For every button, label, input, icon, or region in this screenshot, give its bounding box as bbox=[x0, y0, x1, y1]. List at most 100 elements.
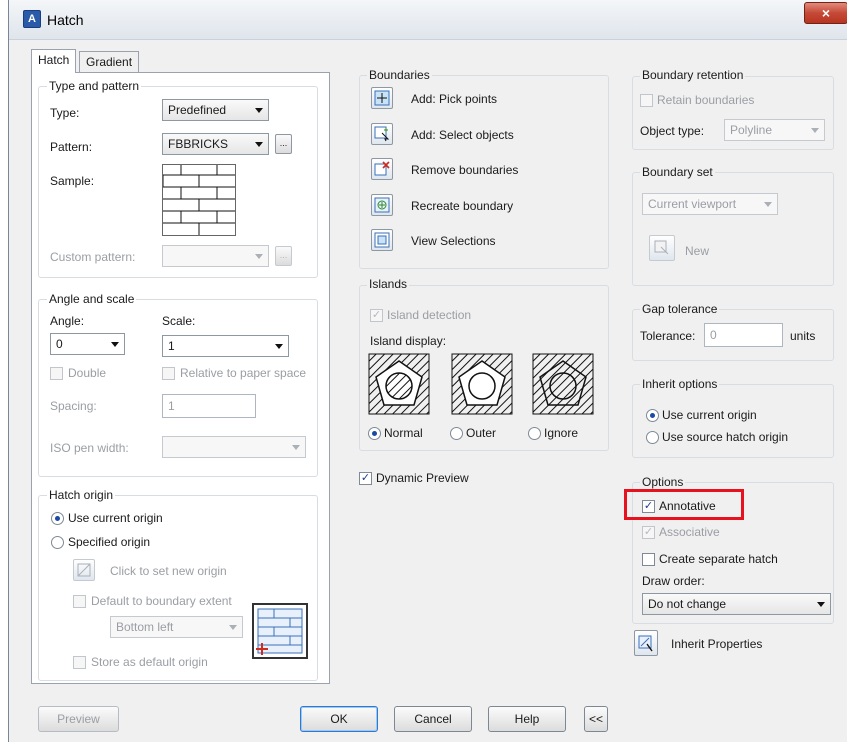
scale-value: 1 bbox=[168, 339, 175, 353]
retain-boundaries-checkbox[interactable] bbox=[640, 94, 653, 107]
pick-points-icon bbox=[374, 90, 390, 106]
dynamic-preview-checkbox[interactable]: ✓ bbox=[359, 472, 372, 485]
custom-pattern-combo[interactable] bbox=[162, 245, 269, 267]
island-display-label: Island display: bbox=[370, 334, 447, 348]
specified-origin-radio[interactable] bbox=[51, 536, 64, 549]
pattern-label: Pattern: bbox=[50, 140, 93, 154]
island-ignore-label: Ignore bbox=[544, 426, 579, 440]
tolerance-input[interactable]: 0 bbox=[704, 323, 783, 347]
angle-value: 0 bbox=[56, 337, 63, 351]
chevron-down-icon bbox=[817, 602, 825, 607]
island-normal-icon[interactable] bbox=[368, 353, 430, 415]
recreate-boundary-button[interactable] bbox=[371, 194, 393, 216]
inherit-properties-icon bbox=[638, 635, 653, 652]
origin-position-value: Bottom left bbox=[116, 620, 174, 634]
store-default-origin-label: Store as default origin bbox=[91, 655, 208, 669]
hatch-origin-title: Hatch origin bbox=[47, 488, 116, 502]
view-selections-label[interactable]: View Selections bbox=[411, 234, 496, 248]
use-current-origin-radio[interactable] bbox=[51, 512, 64, 525]
double-checkbox[interactable] bbox=[50, 367, 63, 380]
remove-boundaries-label[interactable]: Remove boundaries bbox=[411, 163, 518, 177]
inherit-properties-button[interactable] bbox=[634, 630, 658, 656]
object-type-combo[interactable]: Polyline bbox=[724, 119, 825, 141]
scale-label: Scale: bbox=[162, 314, 196, 328]
island-detection-label: Island detection bbox=[387, 308, 472, 322]
boundary-retention-title: Boundary retention bbox=[640, 68, 746, 82]
custom-pattern-browse-button[interactable]: ... bbox=[275, 246, 292, 266]
draw-order-value: Do not change bbox=[648, 597, 727, 611]
ok-button[interactable]: OK bbox=[300, 706, 378, 732]
annotative-highlight-box bbox=[624, 489, 744, 520]
title-bar[interactable]: A Hatch × bbox=[9, 0, 847, 40]
chevron-down-icon bbox=[275, 344, 283, 349]
angle-combo[interactable]: 0 bbox=[50, 333, 125, 355]
add-pick-points-button[interactable] bbox=[371, 87, 393, 109]
spacing-input[interactable]: 1 bbox=[162, 394, 256, 418]
gap-tolerance-title: Gap tolerance bbox=[640, 302, 720, 316]
island-normal-radio[interactable] bbox=[368, 427, 381, 440]
add-select-objects-label[interactable]: Add: Select objects bbox=[411, 128, 514, 142]
boundary-set-combo[interactable]: Current viewport bbox=[642, 193, 778, 215]
default-boundary-extent-checkbox[interactable] bbox=[73, 595, 86, 608]
chevron-down-icon bbox=[292, 445, 300, 450]
add-select-objects-button[interactable] bbox=[371, 123, 393, 145]
pattern-browse-button[interactable]: ... bbox=[275, 134, 292, 154]
pattern-sample-swatch[interactable] bbox=[162, 164, 236, 236]
recreate-boundary-icon bbox=[374, 197, 390, 213]
close-button[interactable]: × bbox=[804, 2, 847, 24]
tab-gradient[interactable]: Gradient bbox=[79, 51, 140, 72]
type-combo[interactable]: Predefined bbox=[162, 99, 269, 121]
scale-combo[interactable]: 1 bbox=[162, 335, 289, 357]
click-set-origin-button[interactable] bbox=[73, 559, 95, 581]
type-and-pattern-title: Type and pattern bbox=[47, 79, 142, 93]
island-outer-label: Outer bbox=[466, 426, 497, 440]
create-separate-hatch-checkbox[interactable] bbox=[642, 553, 655, 566]
store-default-origin-checkbox[interactable] bbox=[73, 656, 86, 669]
draw-order-combo[interactable]: Do not change bbox=[642, 593, 831, 615]
origin-brick-icon bbox=[256, 608, 303, 655]
click-set-origin-label: Click to set new origin bbox=[110, 564, 227, 578]
pattern-combo[interactable]: FBBRICKS bbox=[162, 133, 269, 155]
island-outer-icon[interactable] bbox=[451, 353, 513, 415]
sample-label: Sample: bbox=[50, 174, 95, 188]
draw-order-label: Draw order: bbox=[642, 574, 705, 588]
island-ignore-icon[interactable] bbox=[532, 353, 594, 415]
create-separate-hatch-label: Create separate hatch bbox=[659, 552, 778, 566]
inherit-properties-label[interactable]: Inherit Properties bbox=[671, 637, 762, 651]
origin-position-combo[interactable]: Bottom left bbox=[110, 616, 243, 638]
island-ignore-radio[interactable] bbox=[528, 427, 541, 440]
angle-and-scale-title: Angle and scale bbox=[47, 292, 137, 306]
iso-pen-width-combo[interactable] bbox=[162, 436, 306, 458]
associative-checkbox[interactable]: ✓ bbox=[642, 526, 655, 539]
relative-paper-space-checkbox[interactable] bbox=[162, 367, 175, 380]
type-value: Predefined bbox=[168, 103, 227, 117]
island-normal-label: Normal bbox=[384, 426, 423, 440]
add-pick-points-label[interactable]: Add: Pick points bbox=[411, 92, 497, 106]
inherit-source-origin-radio[interactable] bbox=[646, 431, 659, 444]
help-button[interactable]: Help bbox=[488, 706, 566, 732]
new-boundary-set-button[interactable] bbox=[649, 235, 675, 261]
angle-label: Angle: bbox=[50, 314, 85, 328]
double-label: Double bbox=[68, 366, 107, 380]
use-current-origin-label: Use current origin bbox=[68, 511, 163, 525]
autocad-icon: A bbox=[23, 10, 41, 28]
origin-preview-image bbox=[252, 603, 308, 659]
inherit-current-origin-radio[interactable] bbox=[646, 409, 659, 422]
tab-hatch[interactable]: Hatch bbox=[31, 49, 77, 73]
island-outer-radio[interactable] bbox=[450, 427, 463, 440]
recreate-boundary-label[interactable]: Recreate boundary bbox=[411, 199, 513, 213]
view-selections-button[interactable] bbox=[371, 229, 393, 251]
new-selection-icon bbox=[654, 240, 669, 255]
remove-boundaries-button[interactable] bbox=[371, 158, 393, 180]
inherit-source-origin-label: Use source hatch origin bbox=[662, 430, 789, 444]
collapse-button[interactable]: << bbox=[584, 706, 608, 732]
boundary-set-title: Boundary set bbox=[640, 165, 715, 179]
preview-button[interactable]: Preview bbox=[38, 706, 119, 732]
select-objects-icon bbox=[374, 126, 390, 142]
dynamic-preview-label: Dynamic Preview bbox=[376, 471, 469, 485]
island-detection-checkbox[interactable]: ✓ bbox=[370, 309, 383, 322]
window-title: Hatch bbox=[47, 12, 84, 28]
spacing-label: Spacing: bbox=[50, 399, 97, 413]
cancel-button[interactable]: Cancel bbox=[394, 706, 472, 732]
tolerance-units-label: units bbox=[790, 329, 816, 343]
